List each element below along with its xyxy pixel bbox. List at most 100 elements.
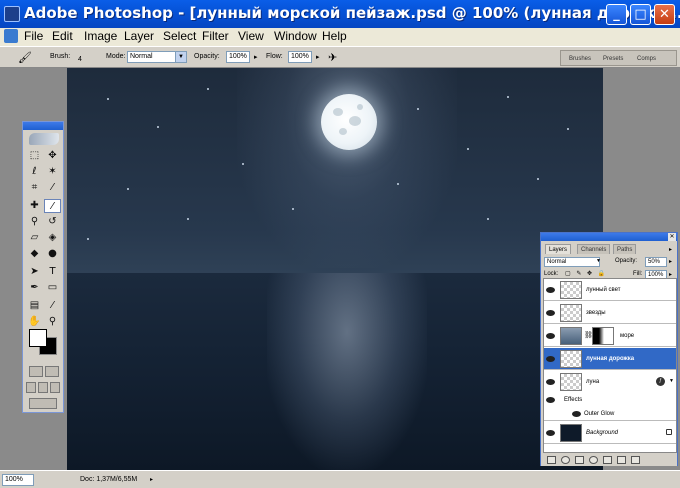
chevron-right-icon[interactable]: ▸ — [669, 271, 672, 278]
zoom-tool-icon[interactable]: ⚲ — [44, 315, 61, 329]
menu-view[interactable]: View — [238, 29, 264, 43]
paint-bucket-icon[interactable]: ◈ — [44, 231, 61, 245]
chevron-right-icon[interactable]: ▸ — [254, 53, 258, 61]
photoshop-feather-icon[interactable] — [29, 133, 59, 145]
chevron-down-icon[interactable]: ▼ — [175, 51, 187, 63]
new-group-icon[interactable] — [603, 456, 612, 464]
menu-file[interactable]: File — [24, 29, 43, 43]
eye-icon[interactable] — [546, 310, 555, 316]
layer-effects-icon[interactable]: ƒ — [656, 377, 665, 386]
maximize-button[interactable]: □ — [630, 4, 651, 25]
layer-row[interactable]: звезды — [544, 302, 676, 324]
eye-icon[interactable] — [546, 287, 555, 293]
eye-icon[interactable] — [546, 430, 555, 436]
pen-tool-icon[interactable]: ✒ — [26, 281, 43, 295]
brush-size[interactable]: 4 — [78, 56, 82, 63]
link-layers-icon[interactable] — [547, 456, 556, 464]
new-layer-icon[interactable] — [617, 456, 626, 464]
screen-mode-standard-button[interactable] — [26, 382, 36, 393]
eye-icon[interactable] — [546, 356, 555, 362]
screen-mode-full-button[interactable] — [50, 382, 60, 393]
layer-mask-thumbnail[interactable] — [592, 327, 614, 345]
clone-stamp-icon[interactable]: ⚲ — [26, 215, 43, 229]
chevron-right-icon[interactable]: ▸ — [316, 53, 320, 61]
crop-tool-icon[interactable]: ⌗ — [26, 181, 43, 195]
layer-row[interactable]: лунный свет — [544, 279, 676, 301]
zoom-field[interactable]: 100% — [2, 474, 34, 486]
notes-tool-icon[interactable]: ▤ — [26, 299, 43, 313]
blend-mode-select[interactable]: Normal — [544, 257, 600, 267]
brush-tool-icon[interactable]: ⁄ — [44, 199, 61, 213]
tab-comps[interactable]: Comps — [637, 56, 656, 62]
document-icon[interactable] — [4, 29, 18, 43]
eye-icon[interactable] — [546, 333, 555, 339]
effects-row[interactable]: Effects — [544, 394, 676, 407]
move-tool-icon[interactable]: ✥ — [44, 149, 61, 163]
tab-channels[interactable]: Channels — [577, 244, 611, 254]
path-selection-icon[interactable]: ➤ — [26, 265, 43, 279]
adjustment-layer-icon[interactable] — [589, 456, 598, 464]
layer-name: лунная дорожка — [586, 356, 635, 362]
fill-label: Fill: — [633, 271, 643, 277]
layer-row[interactable]: луна ƒ ▼ — [544, 371, 676, 393]
effect-row[interactable]: Outer Glow — [544, 407, 676, 421]
magic-wand-icon[interactable]: ✶ — [44, 165, 61, 179]
standard-mode-button[interactable] — [29, 366, 43, 377]
eye-icon[interactable] — [572, 411, 581, 417]
history-brush-icon[interactable]: ↺ — [44, 215, 61, 229]
close-icon[interactable]: ✕ — [668, 233, 676, 241]
palette-menu-icon[interactable]: ▸ — [669, 246, 672, 253]
foreground-color-swatch[interactable] — [29, 329, 47, 347]
tab-presets[interactable]: Presets — [603, 56, 623, 62]
lock-options-icon[interactable]: ▢ ✎ ✥ 🔒 — [565, 270, 607, 277]
menu-filter[interactable]: Filter — [202, 29, 229, 43]
chevron-down-icon[interactable]: ▼ — [596, 258, 601, 264]
eraser-tool-icon[interactable]: ▱ — [26, 231, 43, 245]
dodge-tool-icon[interactable]: ● — [44, 247, 61, 261]
tab-paths[interactable]: Paths — [613, 244, 637, 254]
delete-layer-icon[interactable] — [631, 456, 640, 464]
menu-select[interactable]: Select — [163, 29, 196, 43]
tab-layers[interactable]: Layers — [545, 244, 572, 254]
eye-icon[interactable] — [546, 397, 555, 403]
layer-row-background[interactable]: Background — [544, 422, 676, 444]
lasso-tool-icon[interactable]: ℓ — [26, 165, 43, 179]
lock-label: Lock: — [544, 271, 559, 277]
document-canvas[interactable] — [67, 68, 603, 470]
add-layer-style-icon[interactable] — [561, 456, 570, 464]
minimize-button[interactable]: _ — [606, 4, 627, 25]
marquee-tool-icon[interactable]: ⬚ — [26, 149, 43, 163]
jump-to-imageready-button[interactable] — [29, 398, 57, 409]
menu-image[interactable]: Image — [84, 29, 117, 43]
shape-tool-icon[interactable]: ▭ — [44, 281, 61, 295]
layer-row-selected[interactable]: лунная дорожка — [544, 348, 676, 370]
screen-mode-full-menu-button[interactable] — [38, 382, 48, 393]
type-tool-icon[interactable]: T — [44, 265, 61, 279]
chevron-right-icon[interactable]: ▸ — [669, 258, 672, 265]
menu-help[interactable]: Help — [322, 29, 347, 43]
menu-window[interactable]: Window — [274, 29, 317, 43]
healing-brush-icon[interactable]: ✚ — [26, 199, 43, 213]
slice-tool-icon[interactable]: ⁄ — [44, 181, 61, 195]
chevron-down-icon[interactable]: ▼ — [669, 378, 674, 384]
hand-tool-icon[interactable]: ✋ — [26, 315, 43, 329]
mode-select[interactable]: Normal — [127, 51, 177, 63]
airbrush-icon[interactable]: ✈ — [328, 51, 337, 64]
menu-layer[interactable]: Layer — [124, 29, 154, 43]
toolbox-header[interactable] — [23, 122, 63, 130]
eye-icon[interactable] — [546, 379, 555, 385]
opacity-input[interactable]: 100% — [226, 51, 250, 63]
brush-tool-icon[interactable]: 🖌 — [18, 51, 32, 64]
close-button[interactable]: ✕ — [654, 4, 675, 25]
layers-palette-header[interactable] — [541, 233, 677, 241]
blur-tool-icon[interactable]: ◆ — [26, 247, 43, 261]
flow-input[interactable]: 100% — [288, 51, 312, 63]
layer-opacity-input[interactable]: 50% — [645, 257, 667, 267]
tab-brushes[interactable]: Brushes — [569, 56, 591, 62]
add-mask-icon[interactable] — [575, 456, 584, 464]
layer-row[interactable]: ⛓ море — [544, 325, 676, 347]
quick-mask-button[interactable] — [45, 366, 59, 377]
status-menu-icon[interactable]: ▸ — [150, 476, 153, 483]
eyedropper-icon[interactable]: ⁄ — [44, 299, 61, 313]
menu-edit[interactable]: Edit — [52, 29, 73, 43]
